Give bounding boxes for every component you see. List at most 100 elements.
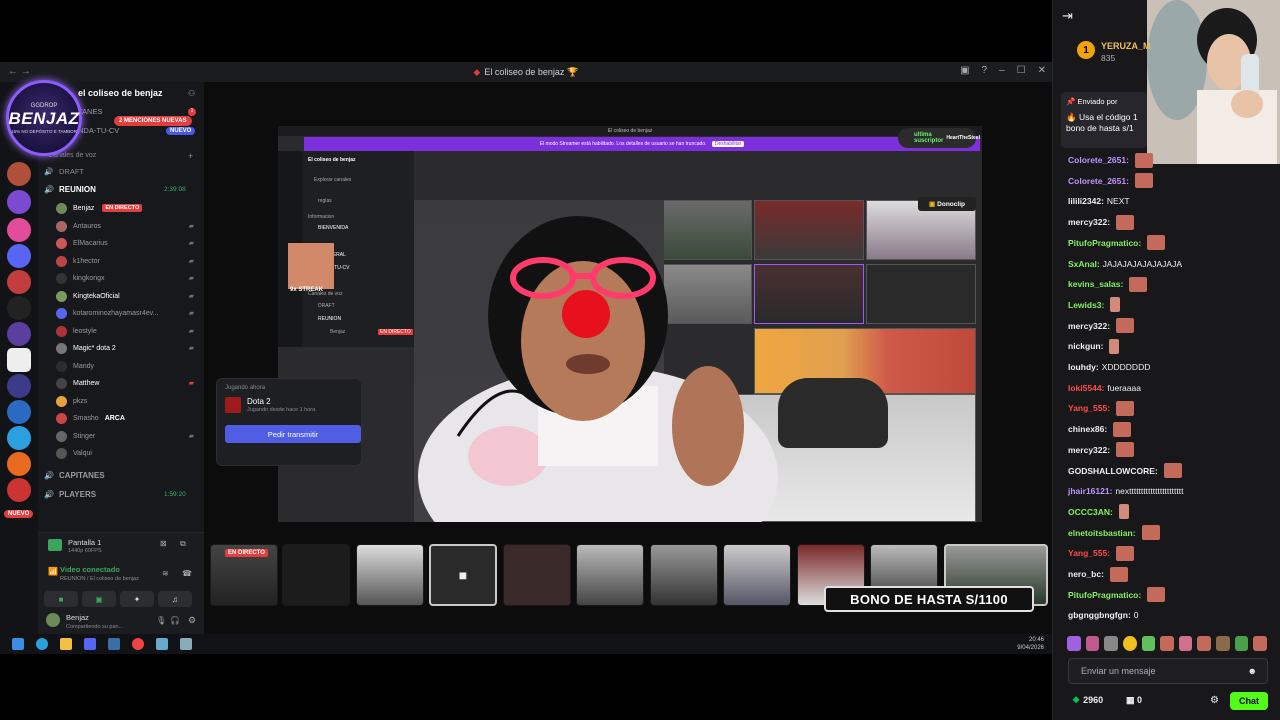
chat-input[interactable]: Enviar un mensaje ☻ — [1068, 658, 1268, 684]
clock-date[interactable]: 9/04/2026 — [1017, 644, 1044, 652]
pinned-message[interactable]: 📌 Enviado por 🔥 Usa el código 1 bono de … — [1061, 92, 1147, 148]
back-forward-icon[interactable]: ← → — [8, 66, 31, 77]
voice-member[interactable]: Stinger ▰ — [56, 428, 198, 444]
server-icon-11[interactable] — [7, 426, 31, 450]
voice-channel-reunion[interactable]: 🔊 REUNION 2:39:08 — [44, 182, 186, 197]
chat-username[interactable]: nero_bc: — [1068, 569, 1104, 579]
clock-time[interactable]: 20:46 — [1017, 636, 1044, 644]
emote-icon[interactable] — [1178, 636, 1193, 651]
discord-icon[interactable] — [7, 244, 31, 268]
voice-member[interactable]: kotarominozhayamasr4ev... ▰ — [56, 305, 198, 321]
voice-member[interactable]: Mandy — [56, 358, 198, 374]
folder-icon[interactable] — [60, 638, 72, 650]
discord-taskbar-icon[interactable] — [84, 638, 96, 650]
server-icon-8[interactable] — [7, 348, 31, 372]
emote-icon[interactable] — [1141, 636, 1156, 651]
participant-thumb[interactable] — [282, 544, 350, 606]
chat-username[interactable]: Yang_555: — [1068, 548, 1110, 558]
server-icon-12[interactable] — [7, 452, 31, 476]
chat-username[interactable]: kevins_salas: — [1068, 279, 1123, 289]
voice-channel-draft[interactable]: 🔊 DRAFT — [44, 164, 84, 179]
server-icon-5[interactable] — [7, 270, 31, 294]
request-stream-button[interactable]: Pedir transmitir — [225, 425, 361, 443]
chat-username[interactable]: loki5544: — [1068, 383, 1104, 393]
voice-member[interactable]: Antauros ▰ — [56, 218, 198, 234]
chat-username[interactable]: mercy322: — [1068, 217, 1110, 227]
server-icon-3[interactable] — [7, 218, 31, 242]
disable-button[interactable]: Deshabilitar — [711, 141, 745, 147]
gift-user[interactable]: YERUZA_M — [1101, 41, 1151, 51]
emote-icon[interactable] — [1234, 636, 1249, 651]
add-channel-icon[interactable]: + — [188, 151, 193, 161]
server-icon-7[interactable] — [7, 322, 31, 346]
chat-username[interactable]: mercy322: — [1068, 445, 1110, 455]
chat-username[interactable]: PitufoPragmatico: — [1068, 238, 1141, 248]
stream-view[interactable]: El coliseo de benjaz El modo Streamer es… — [278, 126, 982, 522]
participant-thumb[interactable] — [650, 544, 718, 606]
voice-member[interactable]: kingkongx ▰ — [56, 270, 198, 286]
chat-username[interactable]: lilili2342: — [1068, 196, 1104, 206]
emote-icon[interactable] — [1104, 636, 1118, 651]
channel-row[interactable]: NDA-TU-CV — [78, 123, 119, 138]
popout-icon[interactable]: ⧉ — [180, 539, 186, 549]
chat-username[interactable]: jhair16121: — [1068, 486, 1112, 496]
voice-member[interactable]: ElMacarius ▰ — [56, 235, 198, 251]
mentions-pill[interactable]: 2 MENCIONES NUEVAS — [114, 116, 192, 126]
chat-username[interactable]: Colorete_2651: — [1068, 155, 1129, 165]
participant-thumb[interactable]: EN DIRECTO — [210, 544, 278, 606]
add-friend-icon[interactable]: ⚇ — [188, 89, 195, 98]
close-icon[interactable]: ✕ — [1038, 65, 1046, 76]
windows-icon[interactable] — [12, 638, 24, 650]
voice-member[interactable]: Smasho ARCA — [56, 410, 198, 426]
share-screen-button[interactable]: ▣ — [82, 591, 116, 607]
mic-icon[interactable]: 🎙 — [156, 616, 166, 625]
voice-member[interactable]: leostyle ▰ — [56, 323, 198, 339]
voice-channel-players[interactable]: 🔊 PLAYERS 1:59:20 — [44, 487, 186, 502]
chat-username[interactable]: nickgun: — [1068, 341, 1103, 351]
chat-username[interactable]: Colorete_2651: — [1068, 176, 1129, 186]
chat-username[interactable]: elnetoitsbastian: — [1068, 528, 1136, 538]
chat-username[interactable]: Lewids3: — [1068, 300, 1104, 310]
chat-username[interactable]: PitufoPragmatico: — [1068, 590, 1141, 600]
steam-icon[interactable] — [108, 638, 120, 650]
emote-icon[interactable] — [1067, 636, 1081, 651]
emote-icon[interactable] — [1122, 636, 1137, 651]
help-icon[interactable]: ? — [982, 65, 988, 76]
chrome-icon[interactable] — [132, 638, 144, 650]
voice-member[interactable]: Valqui — [56, 445, 198, 461]
server-icon-6[interactable] — [7, 296, 31, 320]
disconnect-icon[interactable]: ☎ — [182, 569, 192, 578]
server-icon-1[interactable] — [7, 162, 31, 186]
app-icon[interactable] — [156, 638, 168, 650]
chat-username[interactable]: Yang_555: — [1068, 403, 1110, 413]
participant-thumb[interactable]: ■ — [429, 544, 497, 606]
collapse-chat-icon[interactable]: ⇥ — [1062, 8, 1073, 24]
edge-icon[interactable] — [36, 638, 48, 650]
activities-button[interactable]: ✦ — [120, 591, 154, 607]
chat-username[interactable]: chinex86: — [1068, 424, 1107, 434]
chat-username[interactable]: GODSHALLOWCORE: — [1068, 466, 1158, 476]
calculator-icon[interactable] — [180, 638, 192, 650]
participant-thumb[interactable] — [723, 544, 791, 606]
emote-icon[interactable] — [1160, 636, 1174, 651]
voice-member[interactable]: Benjaz EN DIRECTO — [56, 200, 198, 216]
participant-thumb[interactable] — [503, 544, 571, 606]
participant-thumb[interactable] — [576, 544, 644, 606]
inbox-icon[interactable]: ▣ — [960, 65, 969, 76]
server-icon-9[interactable] — [7, 374, 31, 398]
chat-settings-icon[interactable]: ⚙ — [1210, 695, 1219, 706]
chat-username[interactable]: mercy322: — [1068, 321, 1110, 331]
chat-username[interactable]: OCCC3AN: — [1068, 507, 1113, 517]
camera-button[interactable]: ■ — [44, 591, 78, 607]
chat-username[interactable]: gbgnggbngfgn: — [1068, 610, 1131, 620]
emoji-icon[interactable]: ☻ — [1248, 666, 1257, 676]
emote-icon[interactable] — [1197, 636, 1212, 651]
soundboard-button[interactable]: ♫ — [158, 591, 192, 607]
chat-username[interactable]: louhdy: — [1068, 362, 1099, 372]
chat-send-button[interactable]: Chat — [1230, 692, 1268, 710]
server-icon-13[interactable] — [7, 478, 31, 502]
emote-icon[interactable] — [1216, 636, 1230, 651]
channel-points[interactable]: ❖ 2960 — [1072, 695, 1103, 706]
voice-member[interactable]: Magic* dota 2 ▰ — [56, 340, 198, 356]
server-icon-10[interactable] — [7, 400, 31, 424]
